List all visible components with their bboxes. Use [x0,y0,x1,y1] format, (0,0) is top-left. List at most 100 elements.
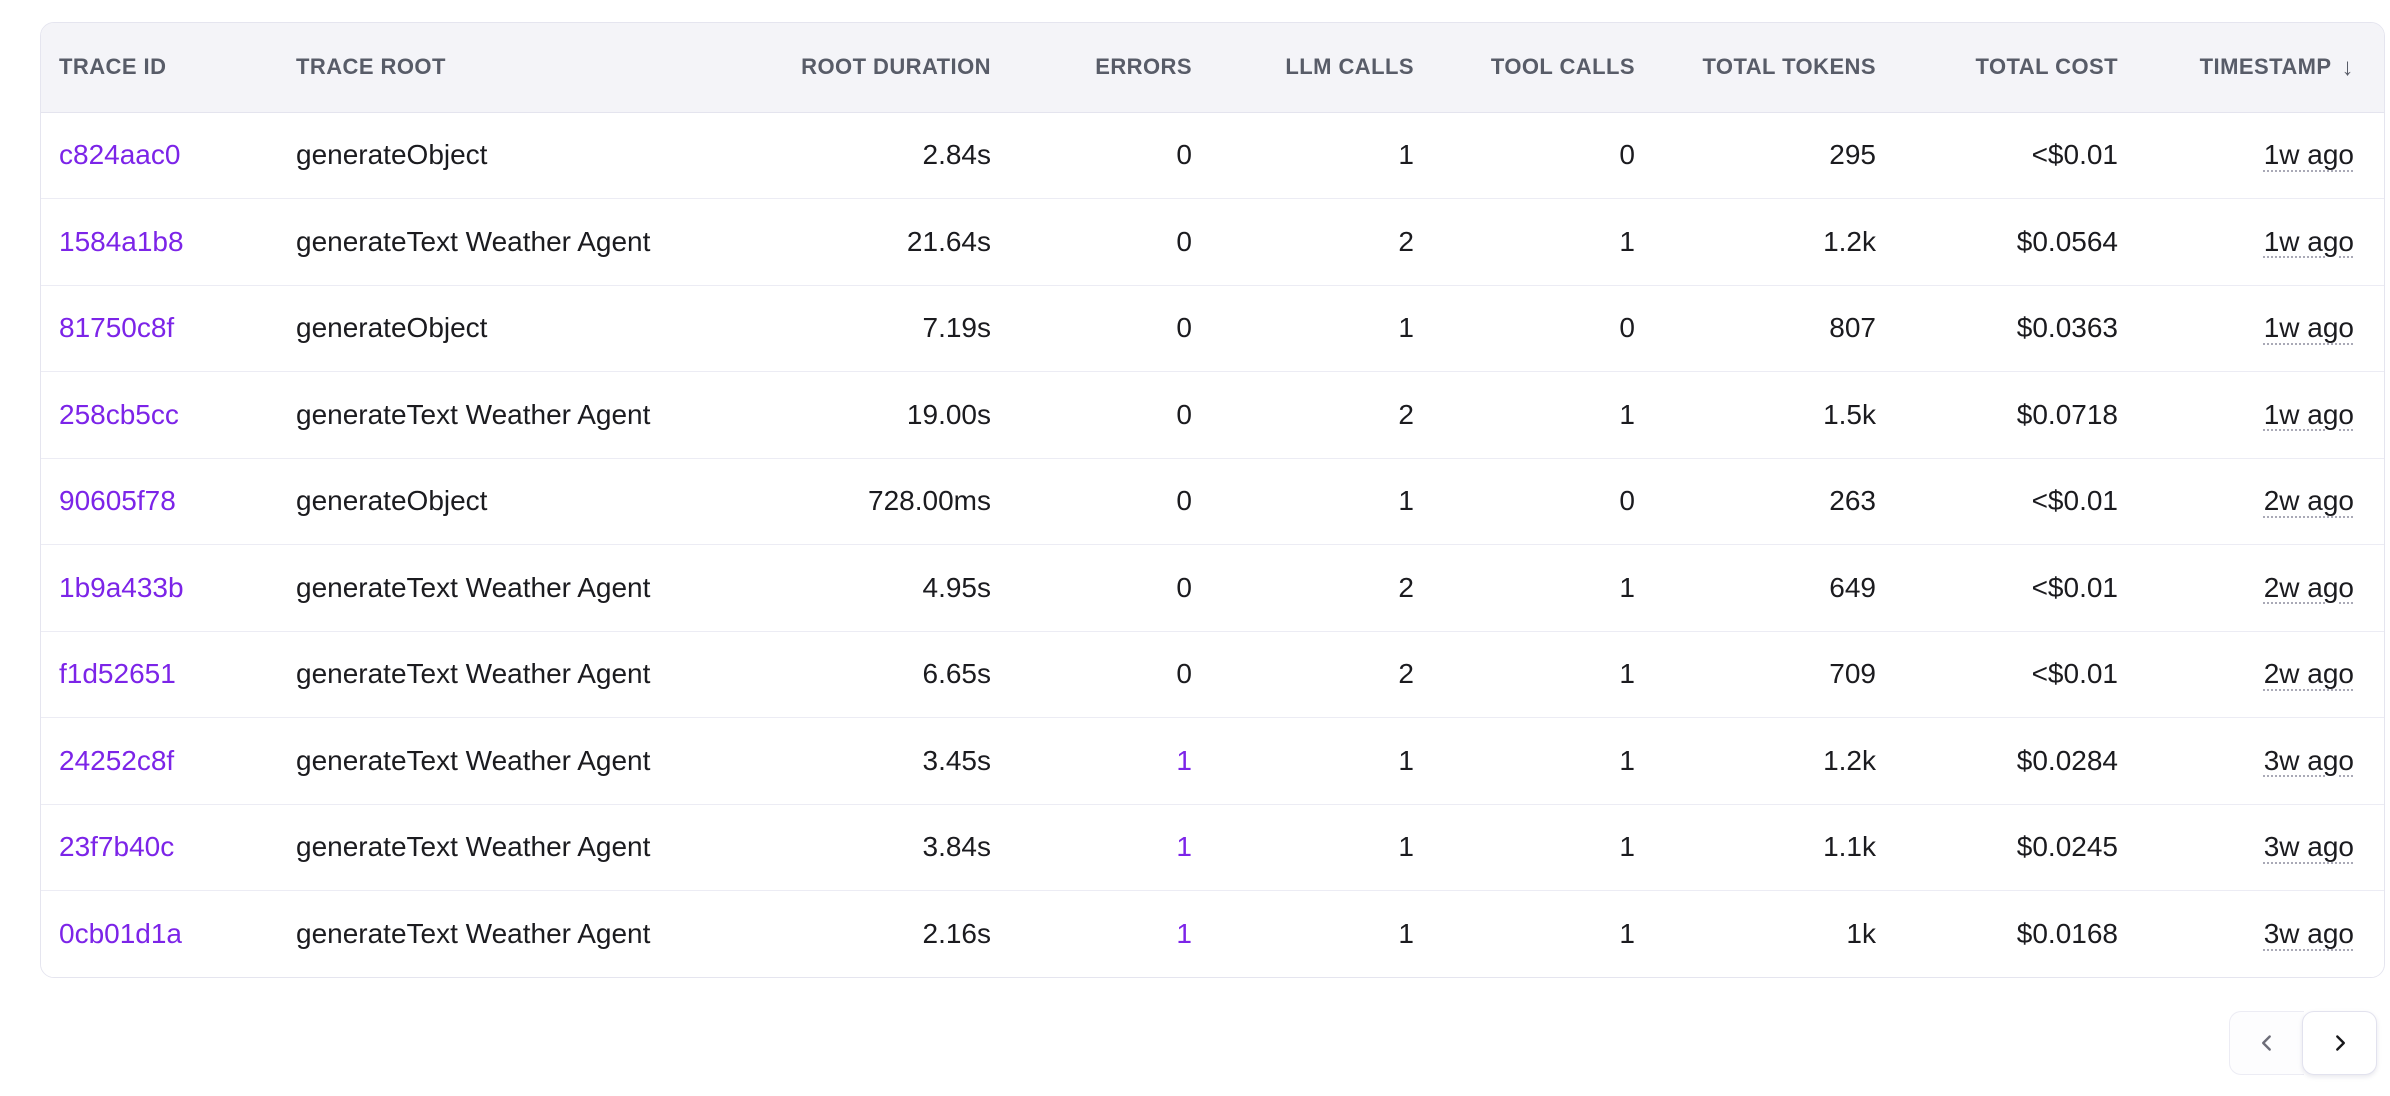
trace-id-link[interactable]: 90605f78 [41,458,278,545]
column-header-trace-id: TRACE ID [41,23,278,112]
total-tokens-cell: 1.2k [1667,199,1908,286]
errors-cell: 0 [1023,199,1224,286]
llm-calls-cell: 2 [1224,372,1446,459]
timestamp-text[interactable]: 1w ago [2264,226,2354,257]
trace-root-cell: generateText Weather Agent [278,545,701,632]
table-row[interactable]: 90605f78 generateObject 728.00ms 0 1 0 2… [41,458,2385,545]
errors-cell: 0 [1023,631,1224,718]
trace-id-link[interactable]: 1b9a433b [41,545,278,632]
tool-calls-cell: 1 [1446,545,1667,632]
timestamp-cell: 1w ago [2150,372,2385,459]
tool-calls-cell: 1 [1446,372,1667,459]
timestamp-text[interactable]: 2w ago [2264,658,2354,689]
total-cost-cell: $0.0168 [1908,891,2150,978]
timestamp-text[interactable]: 1w ago [2264,139,2354,170]
trace-root-cell: generateText Weather Agent [278,372,701,459]
timestamp-cell: 1w ago [2150,199,2385,286]
total-cost-cell: <$0.01 [1908,545,2150,632]
llm-calls-cell: 1 [1224,718,1446,805]
timestamp-text[interactable]: 3w ago [2264,745,2354,776]
timestamp-cell: 3w ago [2150,891,2385,978]
column-header-total-cost: TOTAL COST [1908,23,2150,112]
table-row[interactable]: 1b9a433b generateText Weather Agent 4.95… [41,545,2385,632]
timestamp-cell: 2w ago [2150,545,2385,632]
total-tokens-cell: 1.5k [1667,372,1908,459]
llm-calls-cell: 1 [1224,891,1446,978]
traces-table: TRACE ID TRACE ROOT ROOT DURATION ERRORS… [41,23,2385,977]
root-duration-cell: 7.19s [701,285,1023,372]
trace-id-link[interactable]: f1d52651 [41,631,278,718]
trace-id-link[interactable]: 24252c8f [41,718,278,805]
column-header-errors: ERRORS [1023,23,1224,112]
total-cost-cell: <$0.01 [1908,458,2150,545]
llm-calls-cell: 1 [1224,804,1446,891]
trace-id-link[interactable]: c824aac0 [41,112,278,199]
table-row[interactable]: 81750c8f generateObject 7.19s 0 1 0 807 … [41,285,2385,372]
trace-root-cell: generateText Weather Agent [278,891,701,978]
timestamp-cell: 3w ago [2150,718,2385,805]
trace-id-link[interactable]: 81750c8f [41,285,278,372]
root-duration-cell: 3.45s [701,718,1023,805]
total-tokens-cell: 1k [1667,891,1908,978]
timestamp-text[interactable]: 3w ago [2264,831,2354,862]
total-tokens-cell: 807 [1667,285,1908,372]
errors-cell: 1 [1023,804,1224,891]
column-header-tool-calls: TOOL CALLS [1446,23,1667,112]
column-header-trace-root: TRACE ROOT [278,23,701,112]
table-row[interactable]: c824aac0 generateObject 2.84s 0 1 0 295 … [41,112,2385,199]
total-cost-cell: $0.0564 [1908,199,2150,286]
root-duration-cell: 6.65s [701,631,1023,718]
column-header-timestamp[interactable]: TIMESTAMP ↓ [2150,23,2385,112]
table-row[interactable]: f1d52651 generateText Weather Agent 6.65… [41,631,2385,718]
trace-id-link[interactable]: 0cb01d1a [41,891,278,978]
timestamp-text[interactable]: 2w ago [2264,572,2354,603]
column-header-root-duration: ROOT DURATION [701,23,1023,112]
table-row[interactable]: 23f7b40c generateText Weather Agent 3.84… [41,804,2385,891]
column-header-total-tokens: TOTAL TOKENS [1667,23,1908,112]
timestamp-cell: 1w ago [2150,112,2385,199]
table-row[interactable]: 24252c8f generateText Weather Agent 3.45… [41,718,2385,805]
tool-calls-cell: 0 [1446,112,1667,199]
timestamp-cell: 2w ago [2150,458,2385,545]
timestamp-cell: 1w ago [2150,285,2385,372]
timestamp-cell: 2w ago [2150,631,2385,718]
llm-calls-cell: 2 [1224,545,1446,632]
tool-calls-cell: 0 [1446,458,1667,545]
root-duration-cell: 4.95s [701,545,1023,632]
table-row[interactable]: 258cb5cc generateText Weather Agent 19.0… [41,372,2385,459]
errors-cell: 1 [1023,718,1224,805]
root-duration-cell: 728.00ms [701,458,1023,545]
next-page-button[interactable] [2302,1011,2377,1075]
timestamp-text[interactable]: 2w ago [2264,485,2354,516]
trace-root-cell: generateText Weather Agent [278,199,701,286]
table-row[interactable]: 0cb01d1a generateText Weather Agent 2.16… [41,891,2385,978]
trace-id-link[interactable]: 1584a1b8 [41,199,278,286]
sort-desc-icon: ↓ [2342,54,2354,81]
trace-root-cell: generateObject [278,458,701,545]
timestamp-cell: 3w ago [2150,804,2385,891]
root-duration-cell: 2.84s [701,112,1023,199]
timestamp-text[interactable]: 1w ago [2264,312,2354,343]
table-row[interactable]: 1584a1b8 generateText Weather Agent 21.6… [41,199,2385,286]
root-duration-cell: 19.00s [701,372,1023,459]
total-cost-cell: <$0.01 [1908,631,2150,718]
column-header-timestamp-label: TIMESTAMP [2200,54,2332,79]
trace-id-link[interactable]: 258cb5cc [41,372,278,459]
llm-calls-cell: 2 [1224,199,1446,286]
timestamp-text[interactable]: 1w ago [2264,399,2354,430]
errors-cell: 0 [1023,545,1224,632]
tool-calls-cell: 1 [1446,199,1667,286]
prev-page-button[interactable] [2229,1011,2304,1075]
errors-cell: 0 [1023,285,1224,372]
llm-calls-cell: 1 [1224,112,1446,199]
chevron-right-icon [2327,1030,2353,1056]
trace-root-cell: generateText Weather Agent [278,804,701,891]
total-tokens-cell: 263 [1667,458,1908,545]
trace-id-link[interactable]: 23f7b40c [41,804,278,891]
timestamp-text[interactable]: 3w ago [2264,918,2354,949]
pagination [2229,1011,2377,1075]
tool-calls-cell: 0 [1446,285,1667,372]
total-cost-cell: $0.0363 [1908,285,2150,372]
llm-calls-cell: 1 [1224,458,1446,545]
tool-calls-cell: 1 [1446,718,1667,805]
